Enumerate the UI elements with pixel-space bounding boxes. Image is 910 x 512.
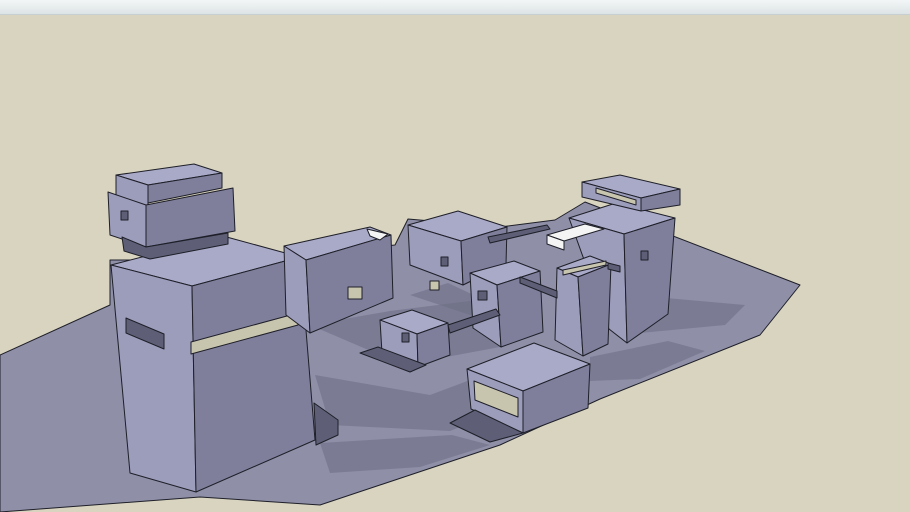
center-small-window <box>477 290 488 301</box>
low-structure-window <box>401 332 410 343</box>
3d-model-viewport[interactable] <box>0 15 910 512</box>
application-window <box>0 0 910 512</box>
middle-block-door <box>429 280 440 291</box>
middle-block-window <box>440 256 449 267</box>
tower-top-left-window <box>120 210 129 221</box>
model-canvas[interactable] <box>0 15 910 512</box>
narrow-tower-side <box>577 263 612 357</box>
right-tower-window <box>640 250 649 261</box>
window-top-bar <box>0 0 910 15</box>
central-block-window <box>347 286 363 300</box>
